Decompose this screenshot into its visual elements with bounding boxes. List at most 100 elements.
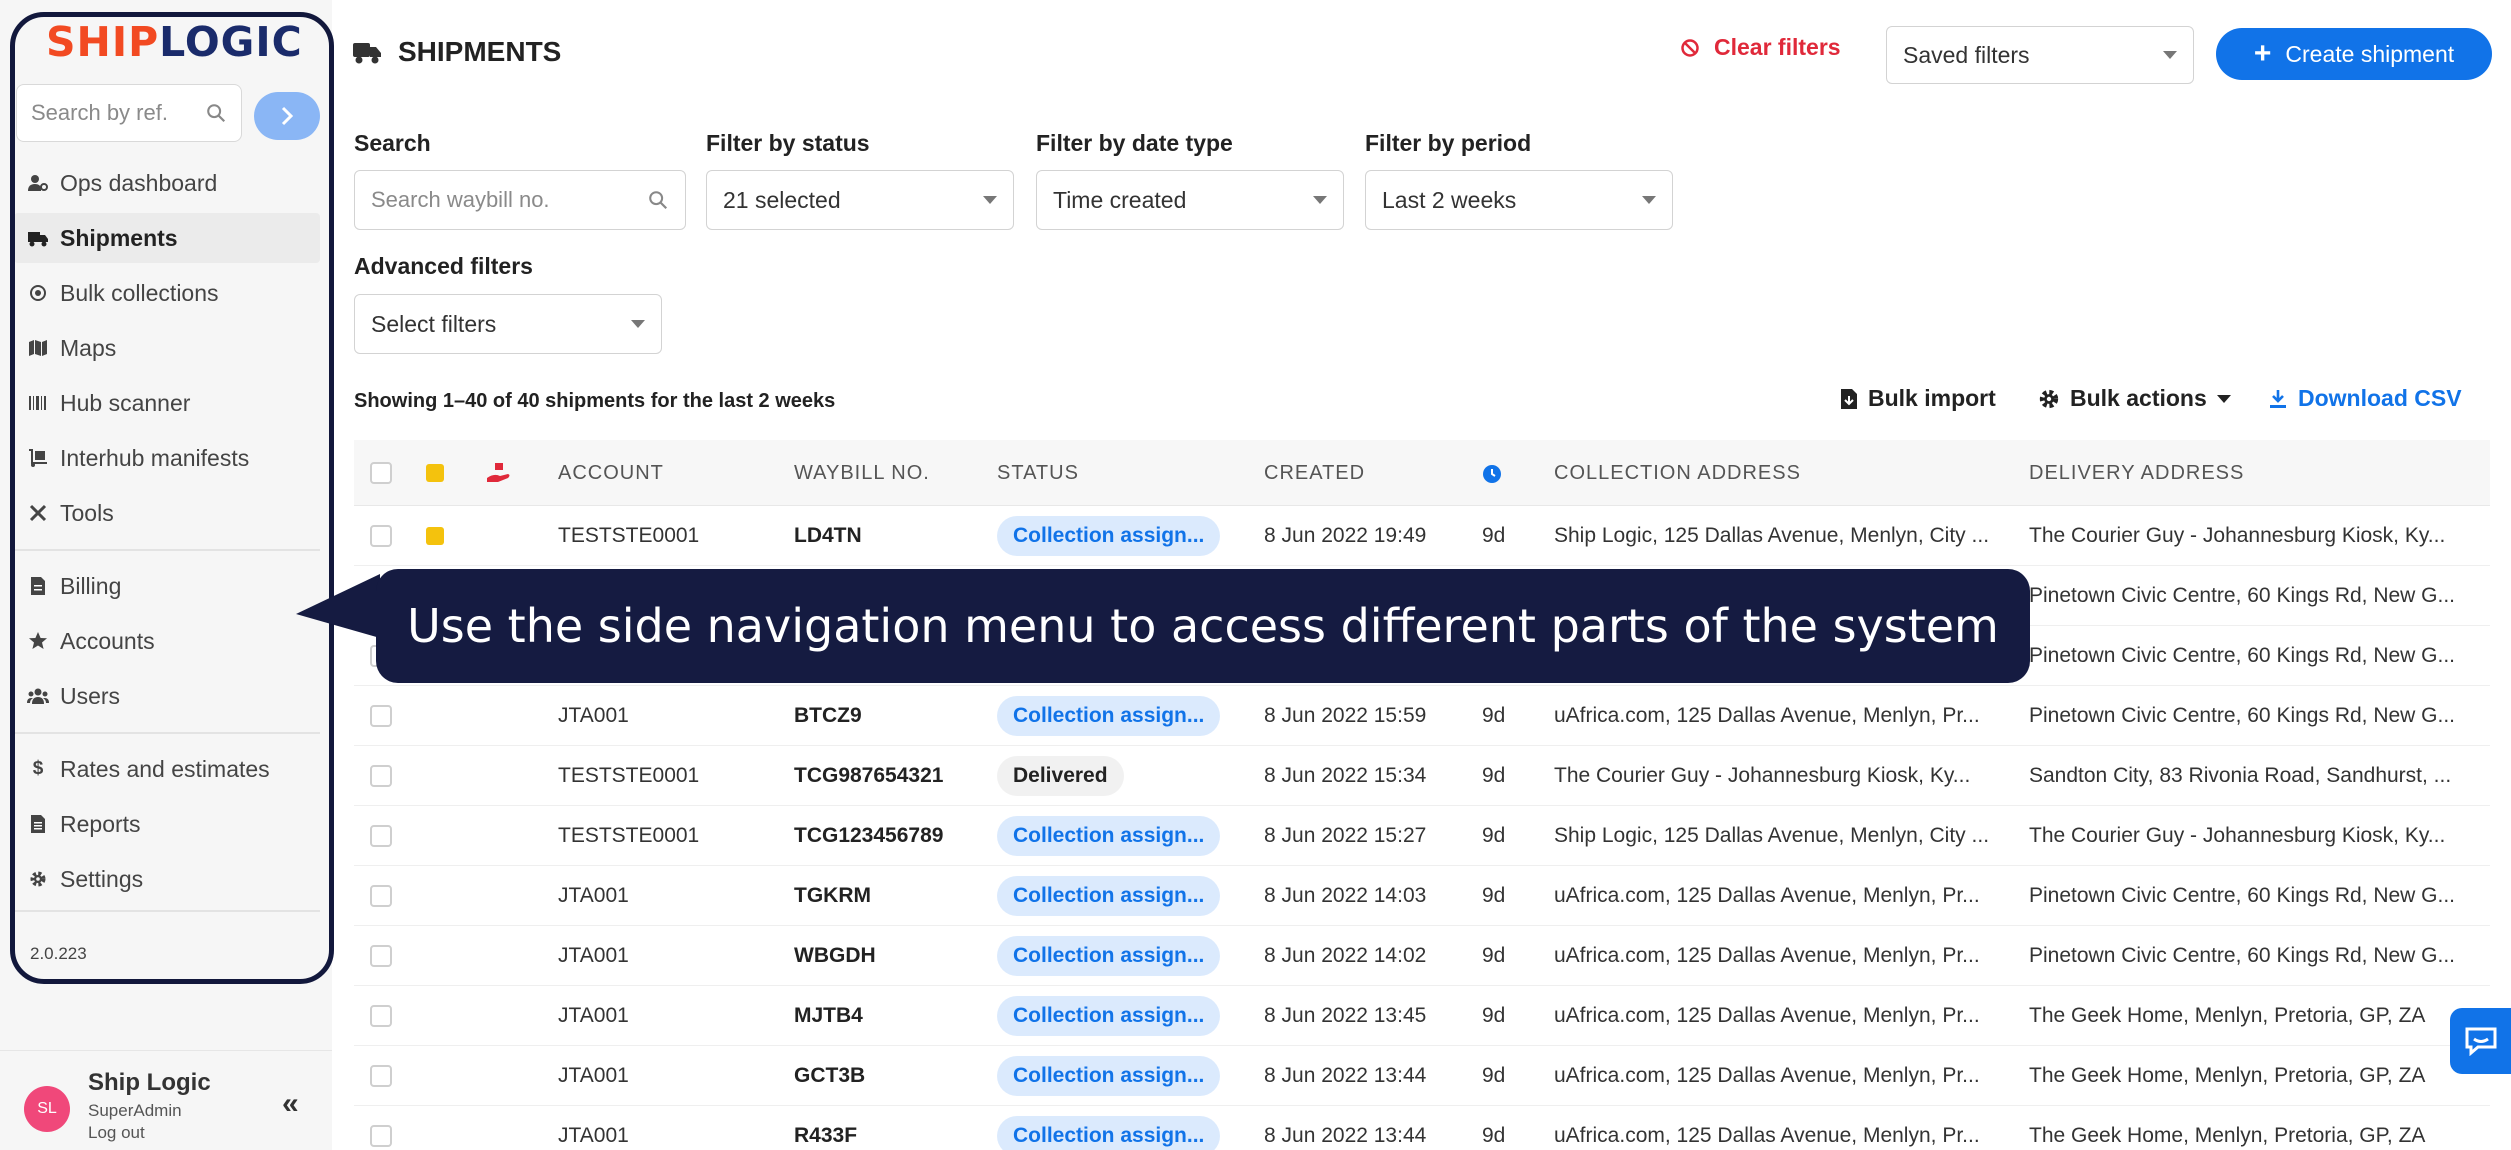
clear-filters-button[interactable]: Clear filters xyxy=(1680,34,1841,61)
account-cell: JTA001 xyxy=(558,704,629,727)
sidebar-item-ops-dashboard[interactable]: Ops dashboard xyxy=(14,158,320,208)
sidebar-item-users[interactable]: Users xyxy=(14,671,320,721)
chevron-down-icon xyxy=(1313,196,1327,204)
waybill-cell[interactable]: LD4TN xyxy=(794,524,984,548)
period-filter-select[interactable]: Last 2 weeks xyxy=(1365,170,1673,230)
column-header-status[interactable]: STATUS xyxy=(997,462,1079,485)
waybill-cell[interactable]: MJTB4 xyxy=(794,1004,984,1028)
gear-icon xyxy=(26,867,50,891)
bulk-import-button[interactable]: Bulk import xyxy=(1840,385,1996,412)
column-header-account[interactable]: ACCOUNT xyxy=(558,462,664,485)
waybill-cell[interactable]: R433F xyxy=(794,1124,984,1148)
table-row[interactable]: TESTSTE0001 LD4TN Collection assign... 8 Ju… xyxy=(354,506,2490,566)
create-shipment-button[interactable]: + Create shipment xyxy=(2216,28,2492,80)
bulk-actions-button[interactable]: Bulk actions xyxy=(2038,385,2231,412)
reference-search-input[interactable] xyxy=(31,100,191,126)
status-badge: Collection assign... xyxy=(997,1116,1221,1150)
delivery-address-cell: Pinetown Civic Centre, 60 Kings Rd, New … xyxy=(2029,644,2456,667)
row-checkbox[interactable] xyxy=(370,765,392,787)
collection-address-cell: uAfrica.com, 125 Dallas Avenue, Menlyn, … xyxy=(1554,1124,1980,1147)
status-filter-select[interactable]: 21 selected xyxy=(706,170,1014,230)
column-header-created[interactable]: CREATED xyxy=(1264,462,1365,485)
table-row[interactable]: JTA001 BTCZ9 Collection assign... 8 Jun 202… xyxy=(354,686,2490,746)
search-icon xyxy=(207,104,226,123)
table-row[interactable]: TESTSTE0001 TCG123456789 Collection assign… xyxy=(354,806,2490,866)
table-row[interactable]: JTA001 R433F Collection assign... 8 Jun 202… xyxy=(354,1106,2490,1150)
clear-filters-label: Clear filters xyxy=(1714,34,1841,60)
sidebar-item-accounts[interactable]: Accounts xyxy=(14,616,320,666)
barcode-icon xyxy=(26,391,50,415)
date-type-filter-select[interactable]: Time created xyxy=(1036,170,1344,230)
delivery-address-cell: Pinetown Civic Centre, 60 Kings Rd, New … xyxy=(2029,884,2456,907)
advanced-filters-select[interactable]: Select filters xyxy=(354,294,662,354)
sidebar-item-bulk-collections[interactable]: Bulk collections xyxy=(14,268,320,318)
table-row[interactable]: JTA001 TGKRM Collection assign... 8 Jun 202… xyxy=(354,866,2490,926)
sidebar-item-settings[interactable]: Settings xyxy=(14,854,320,904)
row-checkbox[interactable] xyxy=(370,825,392,847)
sidebar-item-label: Bulk collections xyxy=(60,279,219,306)
collection-address-cell: uAfrica.com, 125 Dallas Avenue, Menlyn, … xyxy=(1554,1064,1980,1087)
ban-icon xyxy=(1681,38,1699,57)
collection-address-cell: uAfrica.com, 125 Dallas Avenue, Menlyn, … xyxy=(1554,944,1980,967)
select-all-checkbox[interactable] xyxy=(370,462,392,484)
waybill-search-field[interactable] xyxy=(354,170,686,230)
waybill-cell[interactable]: TCG987654321 xyxy=(794,764,984,788)
collection-address-cell: Ship Logic, 125 Dallas Avenue, Menlyn, C… xyxy=(1554,824,1990,847)
waybill-search-input[interactable] xyxy=(371,187,631,213)
waybill-cell[interactable]: TGKRM xyxy=(794,884,984,908)
column-header-waybill[interactable]: WAYBILL NO. xyxy=(794,462,930,485)
waybill-cell[interactable]: BTCZ9 xyxy=(794,704,984,728)
created-cell: 8 Jun 2022 13:44 xyxy=(1264,1064,1427,1087)
collapse-sidebar-icon[interactable]: « xyxy=(282,1087,299,1121)
results-summary: Showing 1–40 of 40 shipments for the las… xyxy=(354,390,836,412)
sidebar-item-shipments[interactable]: Shipments xyxy=(14,213,320,263)
sidebar-item-rates-and-estimates[interactable]: $ Rates and estimates xyxy=(14,744,320,794)
table-row[interactable]: JTA001 GCT3B Collection assign... 8 Jun 202… xyxy=(354,1046,2490,1106)
chevron-down-icon xyxy=(983,196,997,204)
row-checkbox[interactable] xyxy=(370,1065,392,1087)
sidebar-item-maps[interactable]: Maps xyxy=(14,323,320,373)
table-row[interactable]: JTA001 MJTB4 Collection assign... 8 Jun 202… xyxy=(354,986,2490,1046)
status-badge: Delivered xyxy=(997,756,1124,796)
waybill-cell[interactable]: TCG123456789 xyxy=(794,824,984,848)
reference-search-button[interactable] xyxy=(254,92,320,140)
download-csv-label: Download CSV xyxy=(2298,385,2462,411)
row-checkbox[interactable] xyxy=(370,525,392,547)
chevron-down-icon xyxy=(2216,394,2231,403)
account-cell: JTA001 xyxy=(558,1124,629,1147)
sidebar-item-billing[interactable]: Billing xyxy=(14,561,320,611)
table-row[interactable]: JTA001 WBGDH Collection assign... 8 Jun 202… xyxy=(354,926,2490,986)
waybill-cell[interactable]: WBGDH xyxy=(794,944,984,968)
status-filter-value: 21 selected xyxy=(723,186,841,213)
sidebar-divider xyxy=(14,549,320,551)
chat-widget-button[interactable] xyxy=(2450,1008,2511,1074)
delivery-address-cell: The Geek Home, Menlyn, Pretoria, GP, ZA xyxy=(2029,1064,2426,1087)
table-row[interactable]: TESTSTE0001 TCG987654321 Delivered 8 Jun 20… xyxy=(354,746,2490,806)
column-header-delivery-address[interactable]: DELIVERY ADDRESS xyxy=(2029,462,2244,485)
sidebar-item-hub-scanner[interactable]: Hub scanner xyxy=(14,378,320,428)
sidebar-item-reports[interactable]: Reports xyxy=(14,799,320,849)
sidebar-item-interhub-manifests[interactable]: Interhub manifests xyxy=(14,433,320,483)
sidebar-item-label: Hub scanner xyxy=(60,389,191,416)
row-checkbox[interactable] xyxy=(370,945,392,967)
status-badge: Collection assign... xyxy=(997,696,1221,736)
avatar[interactable]: SL xyxy=(24,1086,70,1132)
user-gear-icon xyxy=(26,171,50,195)
logout-link[interactable]: Log out xyxy=(88,1123,145,1143)
row-checkbox[interactable] xyxy=(370,885,392,907)
sidebar-item-label: Shipments xyxy=(60,224,178,251)
age-cell: 9d xyxy=(1482,1004,1506,1027)
created-cell: 8 Jun 2022 15:59 xyxy=(1264,704,1427,727)
saved-filters-select[interactable]: Saved filters xyxy=(1886,26,2194,84)
download-icon xyxy=(2270,389,2286,408)
reference-search-field[interactable] xyxy=(16,84,242,142)
row-checkbox[interactable] xyxy=(370,1005,392,1027)
download-csv-button[interactable]: Download CSV xyxy=(2268,385,2462,412)
collection-address-cell: uAfrica.com, 125 Dallas Avenue, Menlyn, … xyxy=(1554,884,1980,907)
column-header-collection-address[interactable]: COLLECTION ADDRESS xyxy=(1554,462,1801,485)
row-checkbox[interactable] xyxy=(370,705,392,727)
waybill-cell[interactable]: GCT3B xyxy=(794,1064,984,1088)
sidebar-item-tools[interactable]: Tools xyxy=(14,488,320,538)
row-checkbox[interactable] xyxy=(370,1125,392,1147)
delivery-address-cell: The Courier Guy - Johannesburg Kiosk, Ky… xyxy=(2029,824,2446,847)
